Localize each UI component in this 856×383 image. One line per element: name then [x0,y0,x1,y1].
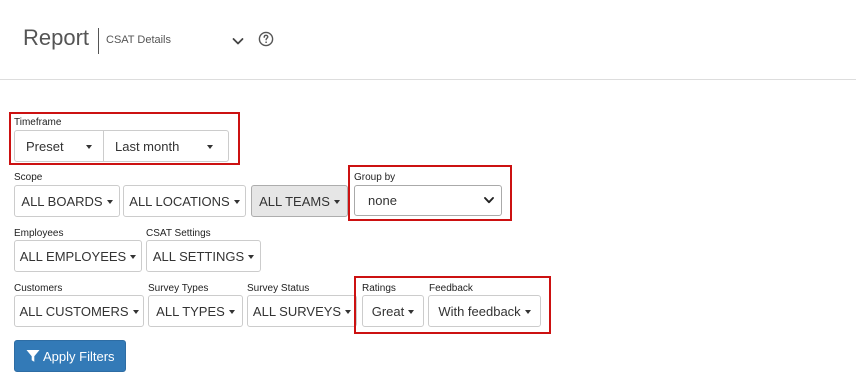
scope-locations-label: ALL LOCATIONS [129,193,230,209]
customers-value: ALL CUSTOMERS [19,303,129,319]
scope-boards-button[interactable]: ALL BOARDS [14,185,120,217]
caret-down-icon [524,309,531,314]
report-type-select[interactable]: CSAT Details [106,32,246,50]
scope-teams-button[interactable]: ALL TEAMS [251,185,348,217]
help-icon[interactable] [258,31,274,47]
caret-down-icon [333,199,340,204]
employees-value: ALL EMPLOYEES [19,248,127,264]
customers-button[interactable]: ALL CUSTOMERS [14,295,144,327]
page-title: Report [23,25,90,50]
caret-down-icon [106,199,113,204]
caret-down-icon [207,144,214,149]
employees-button[interactable]: ALL EMPLOYEES [14,240,142,272]
caret-down-icon [228,309,235,314]
caret-down-icon [132,309,139,314]
survey-status-label: Survey Status [247,283,310,294]
caret-down-icon [345,309,352,314]
timeframe-preset-button[interactable]: Preset [14,130,104,162]
report-type-value: CSAT Details [106,34,172,46]
ratings-label: Ratings [362,283,396,294]
apply-filters-button[interactable]: Apply Filters [14,340,126,372]
survey-status-button[interactable]: ALL SURVEYS [247,295,357,327]
csat-settings-button[interactable]: ALL SETTINGS [146,240,261,272]
caret-down-icon [408,309,415,314]
feedback-label: Feedback [429,283,473,294]
caret-down-icon [233,199,240,204]
filter-icon [26,350,40,362]
survey-types-button[interactable]: ALL TYPES [148,295,243,327]
timeframe-period-label: Last month [115,138,180,154]
report-header: Report CSAT Details [0,0,856,80]
timeframe-label: Timeframe [14,117,62,128]
ratings-value: Great [371,303,405,319]
employees-label: Employees [14,228,64,239]
group-by-value: none [368,193,397,208]
survey-types-value: ALL TYPES [156,303,225,319]
caret-down-icon [85,144,92,149]
header-divider [98,28,99,54]
scope-label: Scope [14,172,43,183]
group-by-label: Group by [354,172,396,183]
group-by-select[interactable]: none [354,185,502,216]
feedback-value: With feedback [438,303,521,319]
csat-settings-label: CSAT Settings [146,228,211,239]
customers-label: Customers [14,283,63,294]
csat-settings-value: ALL SETTINGS [152,248,245,264]
feedback-button[interactable]: With feedback [428,295,541,327]
scope-teams-label: ALL TEAMS [259,193,330,209]
ratings-button[interactable]: Great [362,295,424,327]
caret-down-icon [248,254,255,259]
survey-types-label: Survey Types [148,283,209,294]
apply-filters-label: Apply Filters [43,348,115,364]
scope-boards-label: ALL BOARDS [21,193,103,209]
timeframe-preset-label: Preset [26,138,64,154]
chevron-down-icon [484,197,494,204]
timeframe-period-button[interactable]: Last month [103,130,229,162]
scope-locations-button[interactable]: ALL LOCATIONS [123,185,246,217]
chevron-down-icon [232,38,244,45]
caret-down-icon [130,254,137,259]
survey-status-value: ALL SURVEYS [252,303,342,319]
